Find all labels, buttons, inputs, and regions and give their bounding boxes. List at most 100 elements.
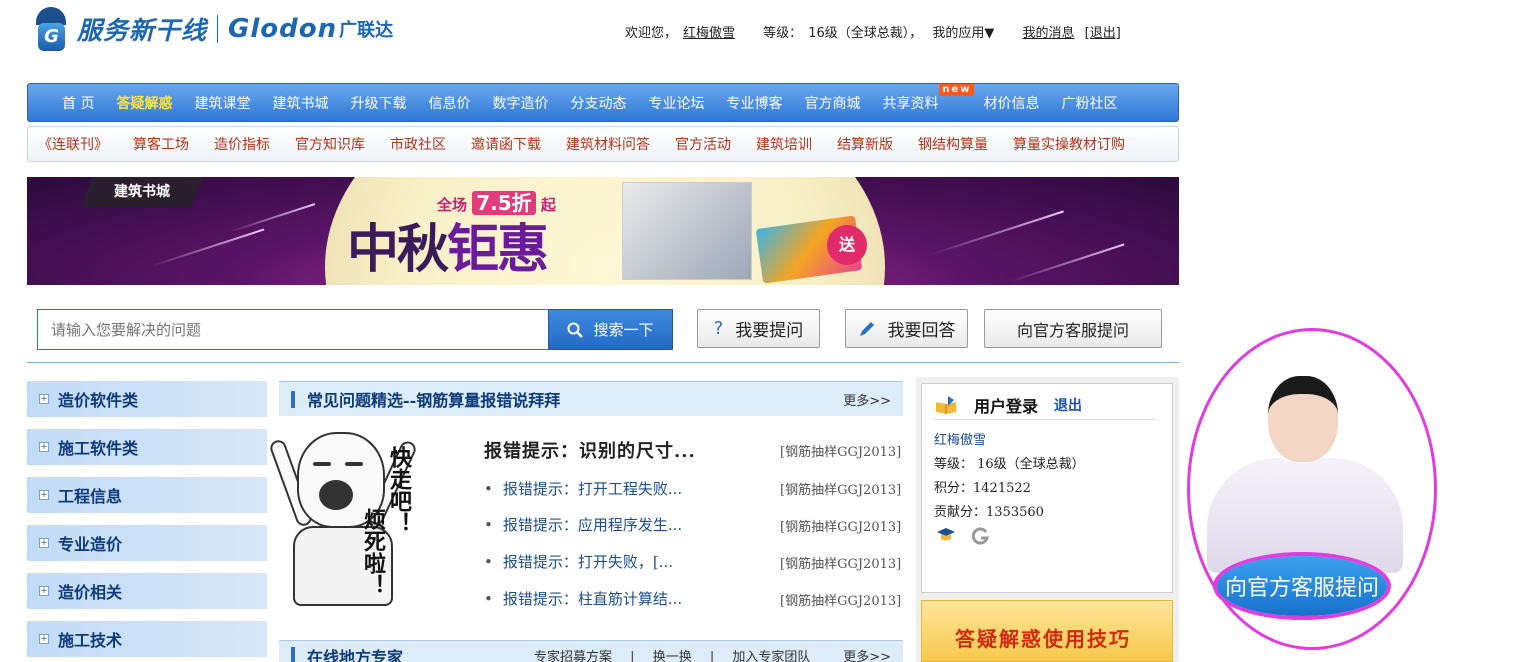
nav-home[interactable]: 首 页 <box>62 93 94 113</box>
header-accent <box>291 390 295 408</box>
meme-text-1: 快走吧！ <box>386 446 412 534</box>
plus-icon: + <box>39 394 49 404</box>
nav-share[interactable]: 共享资料 new <box>882 83 975 113</box>
plus-icon: + <box>39 634 49 644</box>
user-bar: 欢迎您， 红梅傲雪 等级： 16级（全球总裁）， 我的应用▼ 我的消息 [退出] <box>625 22 1127 41</box>
search-input[interactable] <box>38 310 548 349</box>
faq-tag[interactable]: [钢筋抽样GGJ2013] <box>780 479 901 498</box>
subnav-item[interactable]: 建筑培训 <box>756 134 812 154</box>
banner-gift-badge: 送 <box>827 225 867 265</box>
nav-bookstore[interactable]: 建筑书城 <box>272 93 328 113</box>
login-logout-link[interactable]: 退出 <box>1054 395 1082 415</box>
agent-service-button[interactable]: 向官方客服提问 <box>1217 556 1387 616</box>
logo-en-text: Glodon <box>228 14 338 44</box>
category-professional-cost[interactable]: + 专业造价 <box>27 525 267 561</box>
faq-more-link[interactable]: 更多>> <box>843 390 891 409</box>
answer-button[interactable]: 我要回答 <box>845 309 968 348</box>
subnav-item[interactable]: 市政社区 <box>390 134 446 154</box>
category-cost-software[interactable]: + 造价软件类 <box>27 381 267 417</box>
faq-item[interactable]: • 报错提示：打开工程失败... <box>484 478 682 499</box>
subnav-item[interactable]: 建筑材料问答 <box>566 134 650 154</box>
category-cost-related[interactable]: + 造价相关 <box>27 573 267 609</box>
subnav-item[interactable]: 算量实操教材订购 <box>1013 134 1125 154</box>
nav-material-price[interactable]: 材价信息 <box>983 93 1039 113</box>
login-points: 积分：1421522 <box>934 481 1031 496</box>
faq-tag[interactable]: [钢筋抽样GGJ2013] <box>780 516 901 535</box>
nav-mall[interactable]: 官方商城 <box>804 93 860 113</box>
nav-qa[interactable]: 答疑解惑 <box>116 93 172 113</box>
faq-panel-header: 常见问题精选--钢筋算量报错说拜拜 更多>> <box>279 381 903 416</box>
category-project-info[interactable]: + 工程信息 <box>27 477 267 513</box>
login-username[interactable]: 红梅傲雪 <box>934 429 986 448</box>
username-link[interactable]: 红梅傲雪 <box>683 26 735 41</box>
promo-banner[interactable]: 建筑书城 全场 7.5折 起 中秋钜惠 送 <box>27 177 1179 285</box>
banner-title: 中秋钜惠 <box>347 219 549 280</box>
category-label: 造价软件类 <box>58 391 139 410</box>
expert-panel-header: 在线地方专家 专家招募方案 | 换一换 | 加入专家团队 更多>> <box>279 640 903 662</box>
category-label: 施工软件类 <box>58 439 139 458</box>
plus-icon: + <box>39 586 49 596</box>
faq-tag[interactable]: [钢筋抽样GGJ2013] <box>780 441 901 460</box>
faq-item[interactable]: • 报错提示：柱直筋计算结... <box>484 588 682 609</box>
expert-panel-title: 在线地方专家 <box>307 647 404 662</box>
logo-cn-text: 服务新干线 <box>77 16 208 45</box>
ask-question-button[interactable]: ? 我要提问 <box>697 309 820 348</box>
book-icon <box>936 395 956 414</box>
level-value: 16级（全球总裁）， <box>808 26 923 41</box>
nav-community[interactable]: 广粉社区 <box>1061 93 1117 113</box>
site-logo[interactable]: G 服务新干线 Glodon 广联达 <box>33 4 393 54</box>
main-nav: 首 页 答疑解惑 建筑课堂 建筑书城 升级下载 信息价 数字造价 分支动态 专业… <box>27 83 1179 122</box>
customer-service-agent[interactable]: 向官方客服提问 <box>1187 328 1439 654</box>
expert-recruit-link[interactable]: 专家招募方案 <box>534 650 612 662</box>
subnav-item[interactable]: 官方知识库 <box>295 134 365 154</box>
faq-tag[interactable]: [钢筋抽样GGJ2013] <box>780 590 901 609</box>
usage-tips-banner[interactable]: 答疑解惑使用技巧 <box>921 600 1173 662</box>
graduation-cap-icon[interactable] <box>936 526 956 548</box>
login-title: 用户登录 <box>974 396 1039 416</box>
meme-image[interactable]: 烦死啦！ 快走吧！ <box>268 428 444 610</box>
nav-digital-cost[interactable]: 数字造价 <box>492 93 548 113</box>
banner-books-image <box>622 182 752 280</box>
subnav-item[interactable]: 结算新版 <box>837 134 893 154</box>
login-panel: 用户登录 退出 红梅傲雪 等级： 16级（全球总裁） 积分：1421522 贡献… <box>921 383 1173 593</box>
question-icon: ? <box>713 318 724 339</box>
category-label: 造价相关 <box>58 583 123 602</box>
faq-tag[interactable]: [钢筋抽样GGJ2013] <box>780 553 901 572</box>
messages-link[interactable]: 我的消息 <box>1023 26 1075 41</box>
plus-icon: + <box>39 442 49 452</box>
expert-more-link[interactable]: 更多>> <box>843 646 891 662</box>
nav-classroom[interactable]: 建筑课堂 <box>194 93 250 113</box>
my-apps-menu[interactable]: 我的应用▼ <box>932 26 994 41</box>
logout-link[interactable]: [退出] <box>1085 26 1121 41</box>
subnav-item[interactable]: 钢结构算量 <box>918 134 988 154</box>
glodon-badge-icon[interactable] <box>970 526 990 550</box>
subnav-item[interactable]: 官方活动 <box>675 134 731 154</box>
faq-top-item[interactable]: 报错提示：识别的尺寸... <box>484 437 696 463</box>
nav-forum[interactable]: 专业论坛 <box>648 93 704 113</box>
nav-blog[interactable]: 专业博客 <box>726 93 782 113</box>
subnav-item[interactable]: 算客工场 <box>133 134 189 154</box>
logo-en-cn-text: 广联达 <box>339 20 394 41</box>
faq-item[interactable]: • 报错提示：应用程序发生... <box>484 514 682 535</box>
header-accent <box>291 647 295 662</box>
login-header: 用户登录 退出 <box>934 390 1156 420</box>
expert-join-link[interactable]: 加入专家团队 <box>732 650 810 662</box>
subnav-item[interactable]: 造价指标 <box>214 134 270 154</box>
subnav-item[interactable]: 《连联刊》 <box>38 134 108 154</box>
ask-service-button[interactable]: 向官方客服提问 <box>984 309 1162 348</box>
answer-label: 我要回答 <box>887 321 956 341</box>
plus-icon: + <box>39 490 49 500</box>
category-construction-tech[interactable]: + 施工技术 <box>27 621 267 657</box>
search-button[interactable]: 搜索一下 <box>548 309 673 350</box>
nav-download[interactable]: 升级下载 <box>350 93 406 113</box>
faq-panel-title: 常见问题精选--钢筋算量报错说拜拜 <box>307 391 561 410</box>
expert-refresh-link[interactable]: 换一换 <box>653 650 692 662</box>
nav-branch-news[interactable]: 分支动态 <box>570 93 626 113</box>
faq-item[interactable]: • 报错提示：打开失败，[... <box>484 551 673 572</box>
nav-price-info[interactable]: 信息价 <box>428 93 470 113</box>
meme-text-2: 烦死啦！ <box>360 508 386 596</box>
pencil-icon <box>859 321 874 336</box>
search-button-label: 搜索一下 <box>593 321 654 339</box>
subnav-item[interactable]: 邀请函下载 <box>471 134 541 154</box>
category-construction-software[interactable]: + 施工软件类 <box>27 429 267 465</box>
